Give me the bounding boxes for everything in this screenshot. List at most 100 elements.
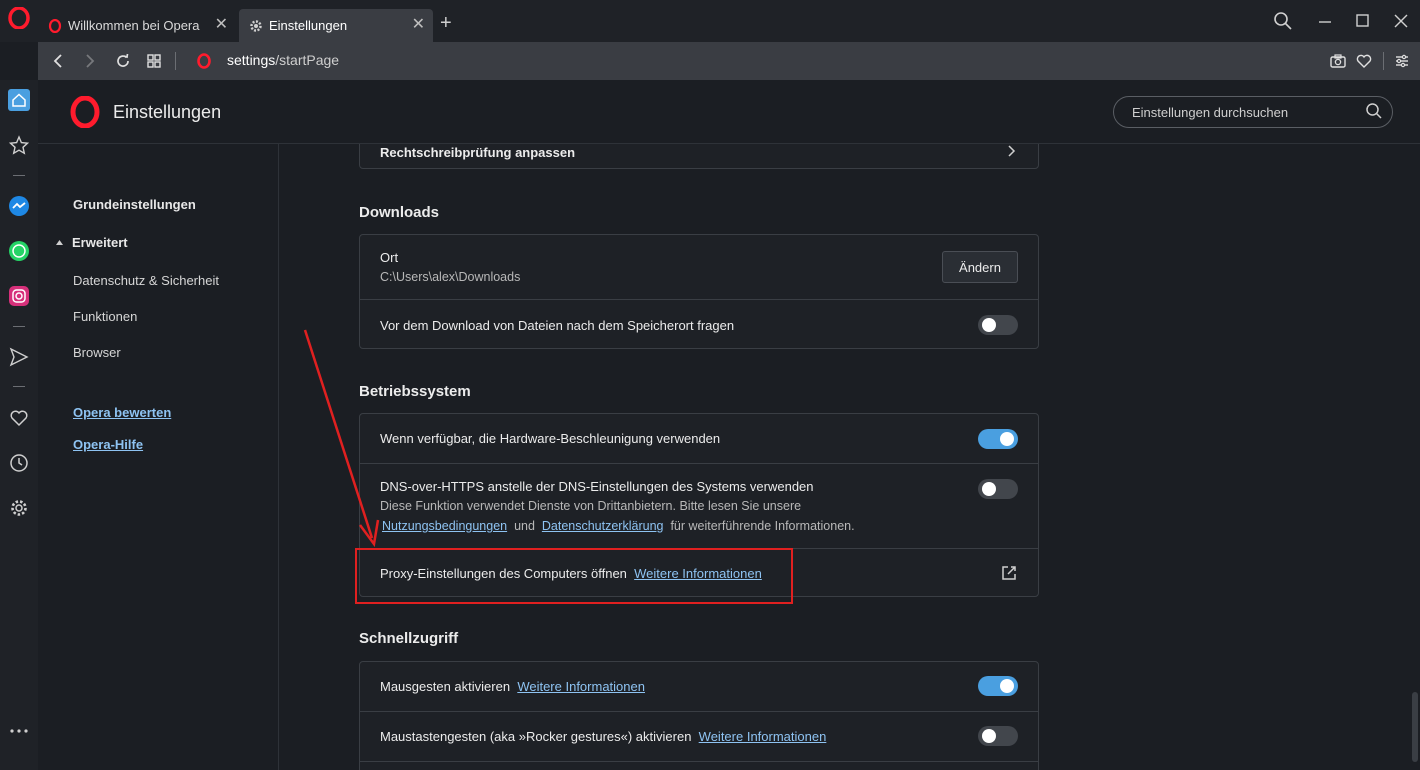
- maximize-icon[interactable]: [1352, 10, 1374, 32]
- tab-close-icon[interactable]: ✕: [215, 17, 228, 33]
- doh-toggle[interactable]: [978, 479, 1018, 499]
- external-link-icon[interactable]: [1000, 564, 1018, 582]
- scrollbar-thumb[interactable]: [1412, 692, 1418, 762]
- bookmark-heart-icon[interactable]: [1354, 51, 1374, 71]
- download-location-row: Ort C:\Users\alex\Downloads Ändern: [360, 235, 1038, 299]
- forward-icon[interactable]: [80, 51, 100, 71]
- hw-accel-toggle[interactable]: [978, 429, 1018, 449]
- terms-link[interactable]: Nutzungsbedingungen: [382, 519, 507, 533]
- home-icon[interactable]: [8, 89, 30, 111]
- download-location-label: Ort: [380, 250, 399, 265]
- opera-help-link[interactable]: Opera-Hilfe: [73, 437, 143, 452]
- new-tab-plus-icon[interactable]: +: [440, 13, 452, 33]
- mouse-gestures-label: Mausgesten aktivieren: [380, 679, 511, 694]
- nav-item-privacy[interactable]: Datenschutz & Sicherheit: [73, 273, 219, 288]
- easy-setup-icon[interactable]: [1392, 51, 1412, 71]
- more-dots-icon[interactable]: [8, 720, 30, 742]
- annotation-highlight-box: [355, 548, 793, 604]
- sidebar-separator: [13, 326, 25, 327]
- toggle-knob: [982, 318, 996, 332]
- settings-search-input[interactable]: [1113, 96, 1393, 128]
- mouse-gestures-toggle[interactable]: [978, 676, 1018, 696]
- chevron-right-icon: [1008, 145, 1016, 157]
- history-clock-icon[interactable]: [8, 452, 30, 474]
- instagram-icon[interactable]: [8, 285, 30, 307]
- send-flow-icon[interactable]: [8, 346, 30, 368]
- downloads-section-title: Downloads: [359, 204, 440, 221]
- next-row-partial: [360, 761, 1038, 770]
- and-text: und: [514, 519, 535, 533]
- tab-label: Einstellungen: [269, 18, 348, 33]
- whatsapp-icon[interactable]: [8, 240, 30, 262]
- close-window-icon[interactable]: [1390, 10, 1412, 32]
- doh-description: Diese Funktion verwendet Dienste von Dri…: [380, 499, 802, 513]
- tab-close-icon[interactable]: ✕: [412, 17, 425, 33]
- bookmarks-heart-icon[interactable]: [8, 407, 30, 429]
- tab-settings[interactable]: Einstellungen ✕: [239, 9, 433, 42]
- rate-opera-link[interactable]: Opera bewerten: [73, 405, 171, 420]
- title-bar: Willkommen bei Opera ✕ Einstellungen ✕ +: [0, 0, 1420, 42]
- ask-location-label: Vor dem Download von Dateien nach dem Sp…: [380, 318, 735, 333]
- opera-favicon-icon: [48, 18, 62, 33]
- opera-site-icon: [197, 53, 211, 69]
- tab-welcome[interactable]: Willkommen bei Opera ✕: [38, 9, 236, 42]
- address-divider: [175, 52, 176, 70]
- messenger-icon[interactable]: [8, 195, 30, 217]
- change-location-button[interactable]: Ändern: [942, 251, 1018, 283]
- rocker-gestures-line: Maustastengesten (aka »Rocker gestures«)…: [380, 729, 826, 744]
- settings-gear-icon[interactable]: [8, 497, 30, 519]
- tab-grid-icon[interactable]: [144, 51, 164, 71]
- back-icon[interactable]: [48, 51, 68, 71]
- toggle-knob: [982, 482, 996, 496]
- annotation-arrow: [303, 329, 380, 548]
- speed-dial-star-icon[interactable]: [8, 134, 30, 156]
- opera-sidebar: [0, 80, 38, 770]
- nav-item-browser[interactable]: Browser: [73, 345, 121, 360]
- gear-favicon-icon: [250, 19, 262, 32]
- privacy-policy-link[interactable]: Datenschutzerklärung: [542, 519, 664, 533]
- reload-icon[interactable]: [113, 51, 133, 71]
- tab-label: Willkommen bei Opera: [68, 18, 200, 33]
- toolbar-divider: [1383, 52, 1384, 70]
- rocker-gestures-toggle[interactable]: [978, 726, 1018, 746]
- sidebar-separator: [13, 386, 25, 387]
- quick-access-card: Mausgesten aktivieren Weitere Informatio…: [359, 661, 1039, 770]
- toggle-knob: [982, 729, 996, 743]
- opera-logo-icon: [70, 96, 100, 128]
- rocker-gestures-row: Maustastengesten (aka »Rocker gestures«)…: [360, 711, 1038, 761]
- nav-item-basic[interactable]: Grundeinstellungen: [73, 197, 196, 212]
- nav-item-advanced[interactable]: Erweitert: [72, 235, 128, 250]
- rocker-gestures-label: Maustastengesten (aka »Rocker gestures«)…: [380, 729, 692, 744]
- scrollbar[interactable]: [1410, 144, 1420, 770]
- spellcheck-row[interactable]: Rechtschreibprüfung anpassen: [360, 144, 1038, 170]
- nav-item-features[interactable]: Funktionen: [73, 309, 137, 324]
- toggle-knob: [1000, 432, 1014, 446]
- doh-row: DNS-over-HTTPS anstelle der DNS-Einstell…: [360, 463, 1038, 548]
- settings-header: Einstellungen: [38, 80, 1420, 144]
- rocker-gestures-info-link[interactable]: Weitere Informationen: [699, 729, 827, 744]
- spellcheck-card: Rechtschreibprüfung anpassen: [359, 144, 1039, 169]
- mouse-gestures-row: Mausgesten aktivieren Weitere Informatio…: [360, 662, 1038, 711]
- hw-accel-row: Wenn verfügbar, die Hardware-Beschleunig…: [360, 414, 1038, 463]
- quick-access-section-title: Schnellzugriff: [359, 630, 459, 647]
- ask-location-toggle[interactable]: [978, 315, 1018, 335]
- sidebar-separator: [13, 175, 25, 176]
- download-location-path: C:\Users\alex\Downloads: [380, 270, 521, 284]
- opera-menu-icon[interactable]: [8, 7, 30, 29]
- doh-label: DNS-over-HTTPS anstelle der DNS-Einstell…: [380, 479, 814, 494]
- page-title: Einstellungen: [113, 102, 222, 122]
- doh-links-line: Nutzungsbedingungen und Datenschutzerklä…: [382, 519, 855, 533]
- address-bar: settings/startPage: [38, 42, 1420, 80]
- settings-content: Rechtschreibprüfung anpassen Downloads O…: [280, 144, 1410, 770]
- minimize-icon[interactable]: [1314, 10, 1336, 32]
- url-field[interactable]: settings/startPage: [227, 52, 339, 68]
- downloads-card: Ort C:\Users\alex\Downloads Ändern Vor d…: [359, 234, 1039, 349]
- snapshot-camera-icon[interactable]: [1328, 51, 1348, 71]
- mouse-gestures-info-link[interactable]: Weitere Informationen: [517, 679, 645, 694]
- ask-location-row: Vor dem Download von Dateien nach dem Sp…: [360, 299, 1038, 349]
- hw-accel-label: Wenn verfügbar, die Hardware-Beschleunig…: [380, 431, 721, 446]
- doh-tail-text: für weiterführende Informationen.: [670, 519, 855, 533]
- tab-search-icon[interactable]: [1272, 10, 1294, 32]
- search-icon[interactable]: [1365, 102, 1383, 120]
- toggle-knob: [1000, 679, 1014, 693]
